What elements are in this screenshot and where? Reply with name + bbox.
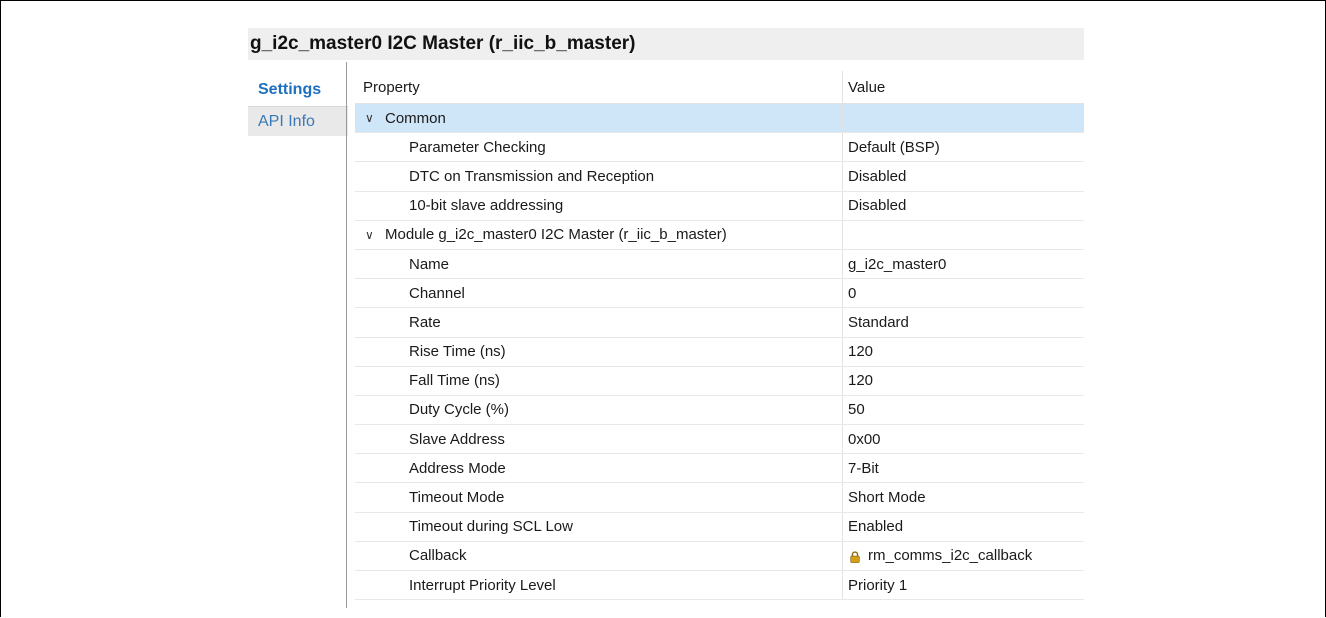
tab-divider — [346, 62, 347, 608]
value-cell[interactable]: 0 — [843, 279, 1084, 307]
value-cell[interactable]: 120 — [843, 338, 1084, 366]
value-cell[interactable]: 7-Bit — [843, 454, 1084, 482]
property-cell: Timeout during SCL Low — [355, 512, 843, 541]
table-row[interactable]: Interrupt Priority Level Priority 1 — [355, 571, 1084, 601]
value-text: Short Mode — [848, 489, 926, 507]
property-cell: 10-bit slave addressing — [355, 191, 843, 220]
table-header: Property Value — [355, 71, 1084, 104]
value-cell[interactable]: Disabled — [843, 192, 1084, 220]
value-text: Default (BSP) — [848, 138, 940, 156]
value-text: 50 — [848, 401, 865, 419]
table-row[interactable]: Rise Time (ns) 120 — [355, 337, 1084, 367]
property-cell: Address Mode — [355, 454, 843, 483]
value-cell[interactable]: Disabled — [843, 162, 1084, 190]
panel-title: g_i2c_master0 I2C Master (r_iic_b_master… — [248, 28, 1084, 60]
properties-panel: g_i2c_master0 I2C Master (r_iic_b_master… — [248, 28, 1084, 608]
table-row[interactable]: Fall Time (ns) 120 — [355, 366, 1084, 396]
property-cell: Timeout Mode — [355, 483, 843, 512]
group-label: Common — [385, 109, 446, 127]
property-cell: Parameter Checking — [355, 133, 843, 162]
group-value-cell — [843, 221, 1084, 249]
property-cell: Callback — [355, 541, 843, 570]
property-cell: Slave Address — [355, 425, 843, 454]
value-text: Standard — [848, 313, 909, 331]
property-cell: Channel — [355, 279, 843, 308]
value-cell[interactable]: 50 — [843, 396, 1084, 424]
value-text: 120 — [848, 343, 874, 361]
tab-api-info[interactable]: API Info — [248, 106, 348, 136]
table-row[interactable]: 10-bit slave addressing Disabled — [355, 191, 1084, 221]
value-text: 120 — [848, 372, 874, 390]
value-text: 0 — [848, 284, 857, 302]
table-row[interactable]: Duty Cycle (%) 50 — [355, 395, 1084, 426]
value-cell[interactable]: Short Mode — [843, 483, 1084, 511]
value-text: g_i2c_master0 — [848, 255, 947, 273]
table-row[interactable]: Timeout Mode Short Mode — [355, 483, 1084, 513]
property-cell: Duty Cycle (%) — [355, 395, 843, 425]
table-row[interactable]: Parameter Checking Default (BSP) — [355, 133, 1084, 163]
group-label-cell: ∨ Module g_i2c_master0 I2C Master (r_iic_… — [355, 220, 843, 249]
tab-settings[interactable]: Settings — [248, 74, 348, 106]
property-cell: Interrupt Priority Level — [355, 571, 843, 600]
chevron-down-icon[interactable]: ∨ — [365, 228, 379, 242]
table-row[interactable]: Slave Address 0x00 — [355, 425, 1084, 455]
property-cell: Fall Time (ns) — [355, 366, 843, 395]
table-row[interactable]: Callback rm_comms_i2c_callback — [355, 541, 1084, 571]
side-tabs: Settings API Info — [248, 74, 348, 136]
table-row[interactable]: DTC on Transmission and Reception Disable… — [355, 162, 1084, 192]
value-cell[interactable]: 120 — [843, 367, 1084, 395]
property-cell: Rise Time (ns) — [355, 337, 843, 366]
column-header-value[interactable]: Value — [843, 71, 1084, 103]
value-text: 0x00 — [848, 430, 881, 448]
table-row[interactable]: Rate Standard — [355, 308, 1084, 338]
table-row[interactable]: Timeout during SCL Low Enabled — [355, 512, 1084, 542]
value-cell[interactable]: 0x00 — [843, 425, 1084, 453]
value-text: Disabled — [848, 167, 907, 185]
value-cell[interactable]: g_i2c_master0 — [843, 250, 1084, 278]
value-text: Priority 1 — [848, 576, 908, 594]
table-row[interactable]: Address Mode 7-Bit — [355, 454, 1084, 484]
chevron-down-icon[interactable]: ∨ — [365, 111, 379, 125]
property-cell: DTC on Transmission and Reception — [355, 162, 843, 191]
tree-group-row[interactable]: ∨ Common — [355, 104, 1084, 134]
property-cell: Rate — [355, 308, 843, 337]
value-cell[interactable]: Default (BSP) — [843, 133, 1084, 161]
value-cell[interactable]: Priority 1 — [843, 571, 1084, 599]
value-text: Enabled — [848, 518, 904, 536]
tree-group-row[interactable]: ∨ Module g_i2c_master0 I2C Master (r_iic_… — [355, 220, 1084, 250]
value-text: 7-Bit — [848, 459, 879, 477]
value-text: Disabled — [848, 197, 907, 215]
group-label: Module g_i2c_master0 I2C Master (r_iic_b… — [385, 226, 727, 244]
value-cell[interactable]: Standard — [843, 308, 1084, 336]
value-text: rm_comms_i2c_callback — [868, 547, 1033, 565]
lock-icon — [850, 551, 860, 563]
table-row[interactable]: Channel 0 — [355, 279, 1084, 309]
value-cell[interactable]: rm_comms_i2c_callback — [843, 542, 1084, 570]
table-row[interactable]: Name g_i2c_master0 — [355, 249, 1084, 280]
value-cell[interactable]: Enabled — [843, 513, 1084, 541]
table-body: ∨ Common Parameter Checking Default (BSP) DT… — [355, 104, 1084, 601]
group-value-cell — [843, 104, 1084, 132]
property-cell: Name — [355, 249, 843, 279]
group-label-cell: ∨ Common — [355, 104, 843, 133]
property-table: Property Value ∨ Common Parameter Checking… — [355, 71, 1084, 601]
column-header-property[interactable]: Property — [355, 71, 843, 103]
